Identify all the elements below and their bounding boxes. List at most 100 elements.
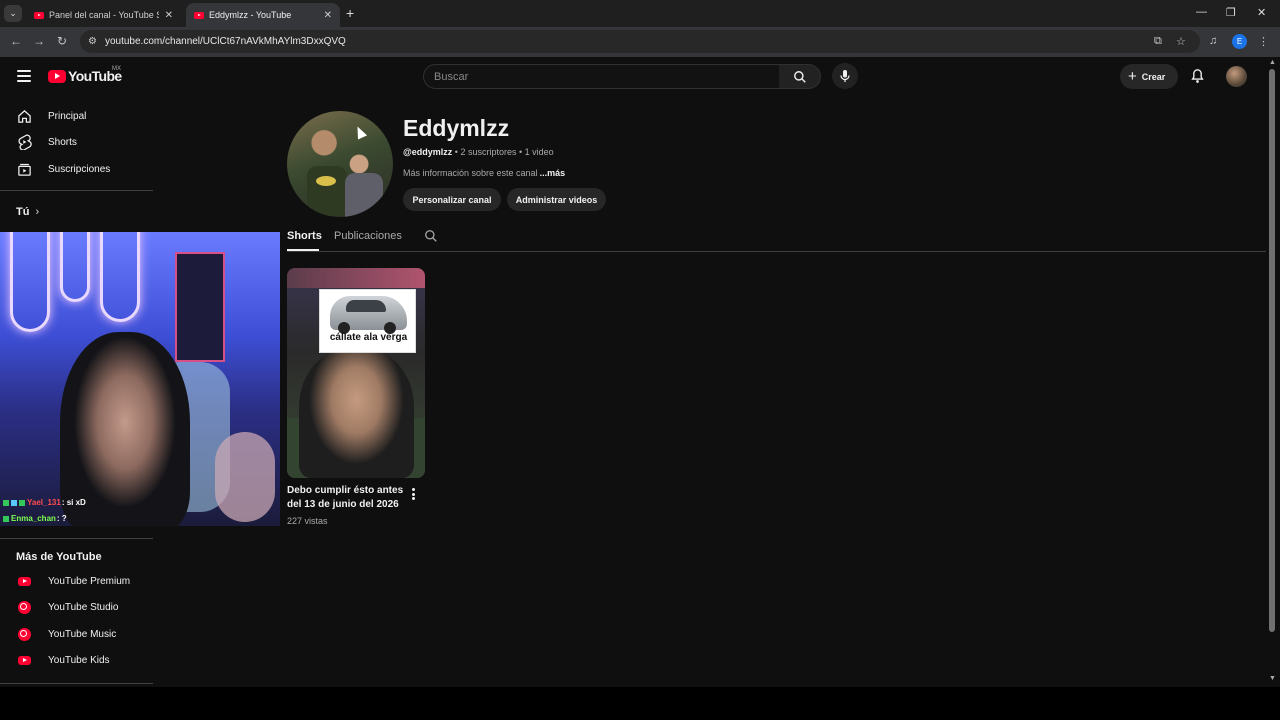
channel-tabs: Shorts Publicaciones xyxy=(287,226,1266,252)
youtube-premium-icon xyxy=(16,573,32,589)
youtube-favicon-icon xyxy=(34,11,44,19)
chat-badge-icon xyxy=(19,499,25,506)
forward-arrow-icon[interactable]: → xyxy=(33,34,45,48)
scrollbar-thumb[interactable] xyxy=(1269,69,1275,632)
scroll-down-arrow-icon[interactable]: ▼ xyxy=(1269,675,1276,682)
sidebar-item-label: YouTube Kids xyxy=(48,654,110,666)
chevron-right-icon: › xyxy=(35,206,40,218)
voice-search-button[interactable] xyxy=(832,63,858,89)
chat-username: Enma_chan xyxy=(11,514,56,523)
page-scrollbar[interactable]: ▲ ▼ xyxy=(1266,57,1280,687)
webcam-overlay: Yael_131 : si xD Enma_chan : ? xyxy=(0,232,280,526)
streamer-hand xyxy=(215,432,275,522)
youtube-favicon-icon xyxy=(194,11,204,19)
channel-metadata: @eddymlzz • 2 suscriptores • 1 video xyxy=(403,147,554,157)
avatar-shirt-logo xyxy=(316,176,336,186)
tab-publicaciones[interactable]: Publicaciones xyxy=(334,230,402,242)
sidebar-you-section[interactable]: Tú › xyxy=(16,206,39,218)
browser-menu-icon[interactable]: ⋮ xyxy=(1258,35,1269,48)
chat-text: : si xD xyxy=(61,498,86,507)
neon-light xyxy=(60,232,90,302)
manage-videos-button[interactable]: Administrar videos xyxy=(507,188,606,211)
chat-message: Enma_chan : ? xyxy=(3,514,67,523)
reload-icon[interactable]: ↻ xyxy=(57,34,67,48)
tab-shorts[interactable]: Shorts xyxy=(287,230,322,242)
short-thumbnail[interactable]: cállate ala verga xyxy=(287,268,425,478)
meta-separator: • xyxy=(516,147,525,157)
create-button[interactable]: + Crear xyxy=(1120,64,1178,89)
sidebar-item-youtube-premium[interactable]: YouTube Premium xyxy=(0,568,152,594)
region-code: MX xyxy=(112,66,121,72)
sidebar-divider xyxy=(0,190,153,191)
tab-search-dropdown-icon[interactable]: ⌄ xyxy=(4,5,22,22)
tab-close-icon[interactable]: ✕ xyxy=(324,10,332,21)
sidebar-item-principal[interactable]: Principal xyxy=(0,103,152,129)
youtube-logo[interactable]: YouTube MX xyxy=(48,66,122,84)
install-app-icon[interactable]: ⧉ xyxy=(1154,35,1162,48)
video-count: 1 video xyxy=(524,147,554,157)
sidebar-item-youtube-kids[interactable]: YouTube Kids xyxy=(0,647,152,673)
more-options-icon[interactable] xyxy=(410,488,416,502)
tab-close-icon[interactable]: ✕ xyxy=(165,10,173,21)
channel-handle: @eddymlzz xyxy=(403,147,453,157)
browser-profile-avatar[interactable]: E xyxy=(1232,34,1247,49)
search-icon xyxy=(793,70,806,83)
media-controls-icon[interactable]: ♫ xyxy=(1209,35,1217,47)
sidebar-divider xyxy=(0,683,153,684)
search-input[interactable] xyxy=(434,70,779,83)
address-bar[interactable]: ⚙ youtube.com/channel/UClCt67nAVkMhAYlm3… xyxy=(80,30,1200,53)
browser-tab-strip: ⌄ Panel del canal - YouTube Studio ✕ Edd… xyxy=(0,0,1280,27)
you-label: Tú xyxy=(16,206,30,218)
chat-username: Yael_131 xyxy=(27,498,61,507)
search-button[interactable] xyxy=(779,64,821,89)
short-title[interactable]: Debo cumplir ésto antes del 13 de junio … xyxy=(287,484,407,512)
site-info-icon[interactable]: ⚙ xyxy=(88,36,97,47)
neon-light xyxy=(10,232,50,332)
streamer xyxy=(60,332,190,526)
create-label: Crear xyxy=(1141,71,1166,82)
account-avatar[interactable] xyxy=(1226,66,1247,87)
sidebar-item-youtube-studio[interactable]: YouTube Studio xyxy=(0,594,152,620)
browser-tab-channel[interactable]: Eddymlzz - YouTube ✕ xyxy=(186,3,340,27)
search-box xyxy=(423,64,780,89)
browser-tab-studio[interactable]: Panel del canal - YouTube Studio ✕ xyxy=(26,3,181,27)
scroll-up-arrow-icon[interactable]: ▲ xyxy=(1269,59,1276,66)
window-close-button[interactable]: ✕ xyxy=(1257,6,1266,19)
youtube-play-icon xyxy=(48,69,66,83)
sidebar-item-label: Principal xyxy=(48,110,87,122)
channel-avatar[interactable] xyxy=(287,111,393,217)
hamburger-menu-icon[interactable] xyxy=(17,70,31,82)
minimize-button[interactable]: — xyxy=(1196,6,1207,18)
microphone-icon xyxy=(840,70,850,82)
restore-button[interactable]: ❐ xyxy=(1226,6,1236,19)
more-from-youtube-heading: Más de YouTube xyxy=(16,551,102,563)
tab-title: Eddymlzz - YouTube xyxy=(209,10,292,20)
chat-badge-icon xyxy=(3,515,9,522)
sidebar-item-label: YouTube Music xyxy=(48,628,117,640)
customize-channel-button[interactable]: Personalizar canal xyxy=(403,188,501,211)
sidebar-item-youtube-music[interactable]: YouTube Music xyxy=(0,621,152,647)
youtube-kids-icon xyxy=(16,652,32,668)
channel-about-link[interactable]: Más información sobre este canal ...más xyxy=(403,168,565,178)
sidebar-item-label: Shorts xyxy=(48,136,77,148)
youtube-studio-icon xyxy=(16,599,32,615)
channel-search-icon[interactable] xyxy=(424,229,438,243)
home-icon xyxy=(16,108,32,124)
more-link[interactable]: ...más xyxy=(540,168,566,178)
channel-name: Eddymlzz xyxy=(403,115,510,141)
short-view-count: 227 vistas xyxy=(287,516,328,526)
chat-message: Yael_131 : si xD xyxy=(3,498,86,507)
sidebar-divider xyxy=(0,538,153,539)
sidebar-item-suscripciones[interactable]: Suscripciones xyxy=(0,156,152,182)
sidebar-item-shorts[interactable]: Shorts xyxy=(0,129,152,155)
screen-bottom-area xyxy=(0,687,1280,720)
avatar-shirt xyxy=(307,166,347,216)
browser-toolbar: ← → ↻ ⚙ youtube.com/channel/UClCt67nAVkM… xyxy=(0,27,1280,57)
notifications-bell-icon[interactable] xyxy=(1190,68,1205,84)
back-arrow-icon[interactable]: ← xyxy=(10,34,22,48)
new-tab-button[interactable]: + xyxy=(346,5,354,21)
youtube-masthead: YouTube MX + Crear xyxy=(0,57,1266,97)
sidebar-item-label: YouTube Studio xyxy=(48,601,119,613)
meme-overlay: cállate ala verga xyxy=(319,289,416,353)
bookmark-star-icon[interactable]: ☆ xyxy=(1176,35,1186,48)
